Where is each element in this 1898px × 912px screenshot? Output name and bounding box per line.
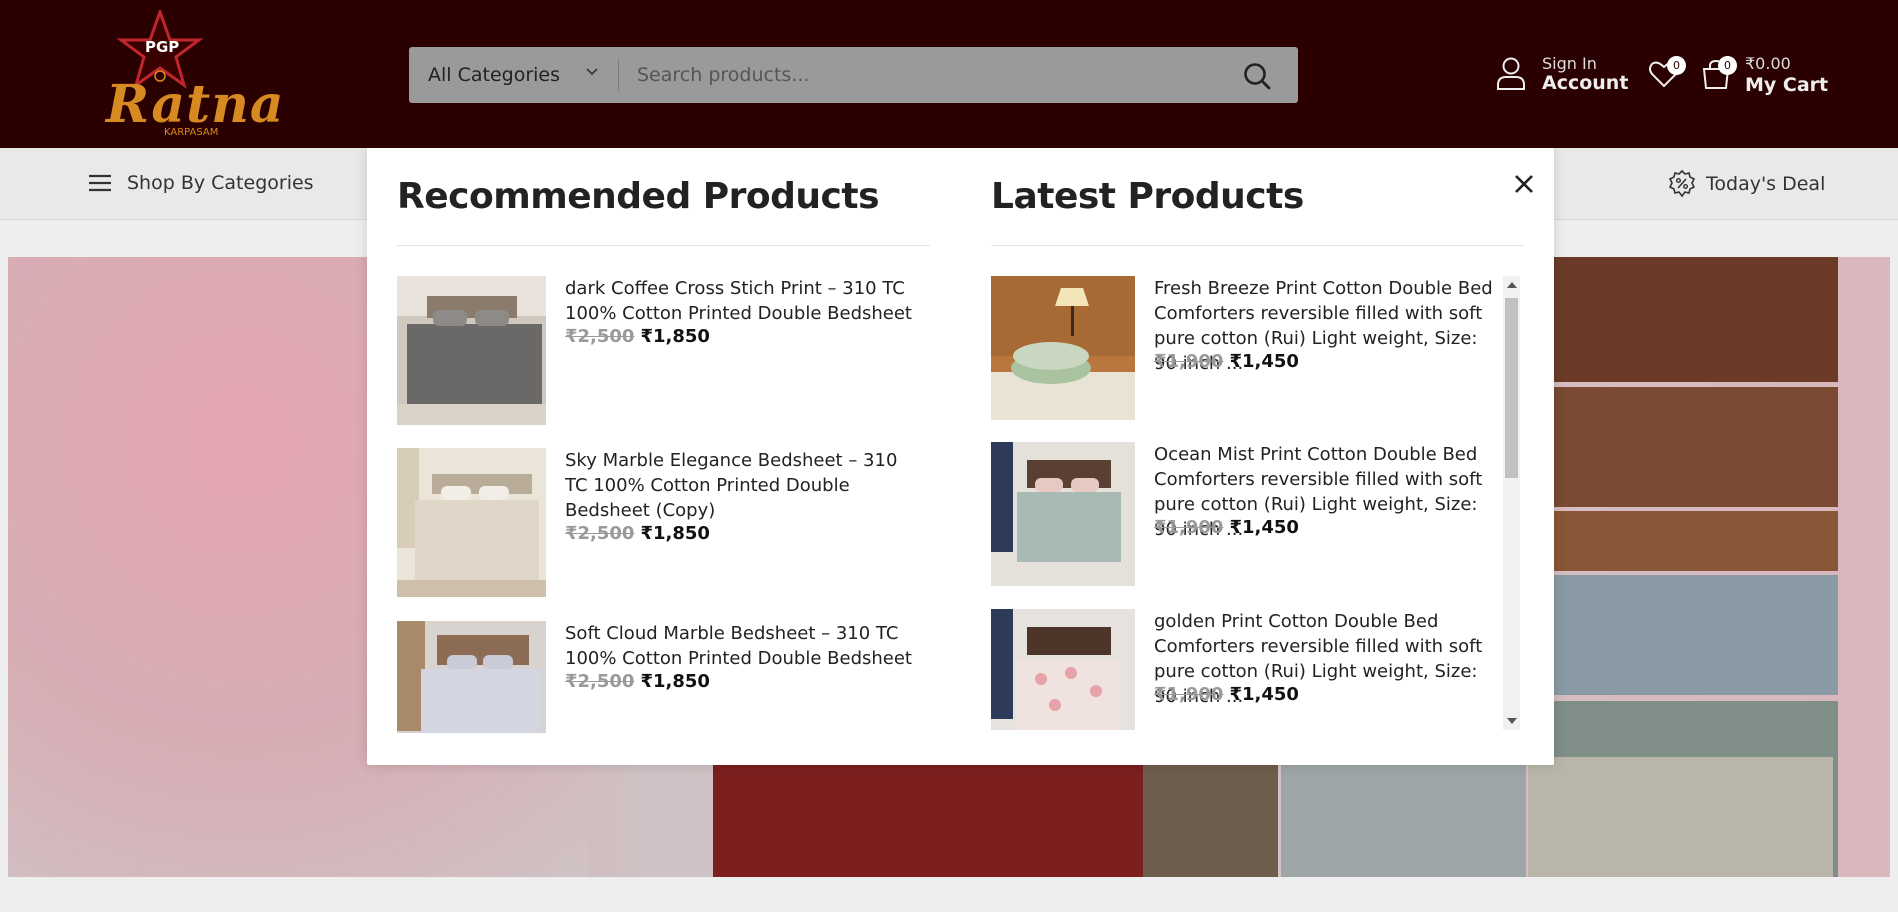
list-item[interactable]: Ocean Mist Print Cotton Double Bed Comfo…: [991, 442, 1503, 586]
banner-image-tile: [1553, 387, 1838, 507]
close-icon[interactable]: [1508, 168, 1540, 200]
recommended-products-list: dark Coffee Cross Stich Print – 310 TC 1…: [397, 276, 937, 733]
list-item[interactable]: Soft Cloud Marble Bedsheet – 310 TC 100%…: [397, 621, 937, 733]
product-price: ₹1,900 ₹1,450: [1154, 351, 1299, 372]
scroll-down-arrow-icon[interactable]: [1507, 718, 1517, 724]
site-header: PGP Ratna KARPASAM All Categories Search…: [0, 0, 1898, 148]
banner-image-tile: [713, 757, 1143, 877]
logo-top-text: PGP: [145, 38, 180, 56]
category-select-value: All Categories: [428, 64, 561, 86]
old-price: ₹1,900: [1154, 684, 1224, 705]
product-price: ₹2,500 ₹1,850: [565, 671, 710, 692]
banner-image-tile: [1528, 757, 1833, 877]
divider: [991, 245, 1524, 246]
site-logo[interactable]: PGP Ratna KARPASAM: [98, 10, 284, 140]
banner-image-tile: [1281, 757, 1526, 877]
sale-price: ₹1,850: [640, 326, 710, 347]
old-price: ₹1,900: [1154, 351, 1224, 372]
todays-deal-link[interactable]: Today's Deal: [1668, 170, 1825, 198]
product-thumbnail[interactable]: [991, 276, 1135, 420]
list-item[interactable]: Sky Marble Elegance Bedsheet – 310 TC 10…: [397, 448, 937, 598]
latest-products-title: Latest Products: [991, 176, 1304, 217]
product-price: ₹1,900 ₹1,450: [1154, 517, 1299, 538]
product-price: ₹2,500 ₹1,850: [565, 326, 710, 347]
product-price: ₹1,900 ₹1,450: [1154, 684, 1299, 705]
product-thumbnail[interactable]: [397, 276, 546, 425]
product-price: ₹2,500 ₹1,850: [565, 523, 710, 544]
account-label: Account: [1542, 72, 1629, 94]
sale-price: ₹1,450: [1229, 517, 1299, 538]
scrollbar-thumb[interactable]: [1505, 298, 1518, 478]
list-item[interactable]: dark Coffee Cross Stich Print – 310 TC 1…: [397, 276, 937, 426]
banner-image-tile: [1553, 575, 1838, 695]
account-small-label: Sign In: [1542, 54, 1597, 73]
hamburger-menu-icon: [89, 174, 111, 192]
category-select[interactable]: All Categories: [409, 47, 618, 103]
cart-total: ₹0.00: [1745, 54, 1791, 73]
sale-price: ₹1,850: [640, 523, 710, 544]
shop-by-categories-button[interactable]: Shop By Categories: [88, 172, 314, 194]
products-popup: Recommended Products Latest Products dar…: [367, 148, 1554, 765]
product-thumbnail[interactable]: [991, 609, 1135, 730]
recommended-products-title: Recommended Products: [397, 176, 880, 217]
search-placeholder: Search products...: [637, 64, 810, 86]
search-bar: All Categories Search products...: [409, 47, 1298, 103]
todays-deal-label: Today's Deal: [1706, 173, 1826, 195]
logo-main-text: Ratna: [106, 74, 285, 135]
banner-image-tile: [1553, 511, 1838, 571]
banner-image-tile: [1553, 257, 1838, 382]
list-item[interactable]: Fresh Breeze Print Cotton Double Bed Com…: [991, 276, 1503, 420]
product-thumbnail[interactable]: [991, 442, 1135, 586]
old-price: ₹2,500: [565, 523, 635, 544]
cart-count-badge: 0: [1718, 56, 1737, 75]
list-item[interactable]: golden Print Cotton Double Bed Comforter…: [991, 609, 1503, 730]
scroll-up-arrow-icon[interactable]: [1507, 282, 1517, 288]
old-price: ₹1,900: [1154, 517, 1224, 538]
user-icon: [1497, 57, 1525, 90]
latest-products-list[interactable]: Fresh Breeze Print Cotton Double Bed Com…: [991, 276, 1503, 730]
sale-price: ₹1,450: [1229, 684, 1299, 705]
search-input[interactable]: Search products...: [637, 47, 1217, 103]
scrollbar[interactable]: [1503, 276, 1520, 730]
old-price: ₹2,500: [565, 326, 635, 347]
divider: [397, 245, 930, 246]
sale-price: ₹1,850: [640, 671, 710, 692]
discount-badge-icon: [1668, 170, 1696, 198]
chevron-down-icon: [586, 68, 598, 76]
product-name[interactable]: dark Coffee Cross Stich Print – 310 TC 1…: [565, 276, 925, 326]
product-thumbnail[interactable]: [397, 621, 546, 733]
sale-price: ₹1,450: [1229, 351, 1299, 372]
product-thumbnail[interactable]: [397, 448, 546, 597]
cart-label[interactable]: My Cart: [1745, 74, 1828, 96]
search-icon[interactable]: [1242, 61, 1272, 91]
search-divider: [618, 59, 619, 91]
old-price: ₹2,500: [565, 671, 635, 692]
wishlist-count-badge: 0: [1667, 56, 1686, 75]
product-name[interactable]: Sky Marble Elegance Bedsheet – 310 TC 10…: [565, 448, 925, 523]
shop-by-categories-label: Shop By Categories: [127, 172, 314, 194]
banner-image-tile: [1143, 757, 1278, 877]
product-name[interactable]: Soft Cloud Marble Bedsheet – 310 TC 100%…: [565, 621, 925, 671]
logo-sub-text: KARPASAM: [164, 127, 219, 138]
